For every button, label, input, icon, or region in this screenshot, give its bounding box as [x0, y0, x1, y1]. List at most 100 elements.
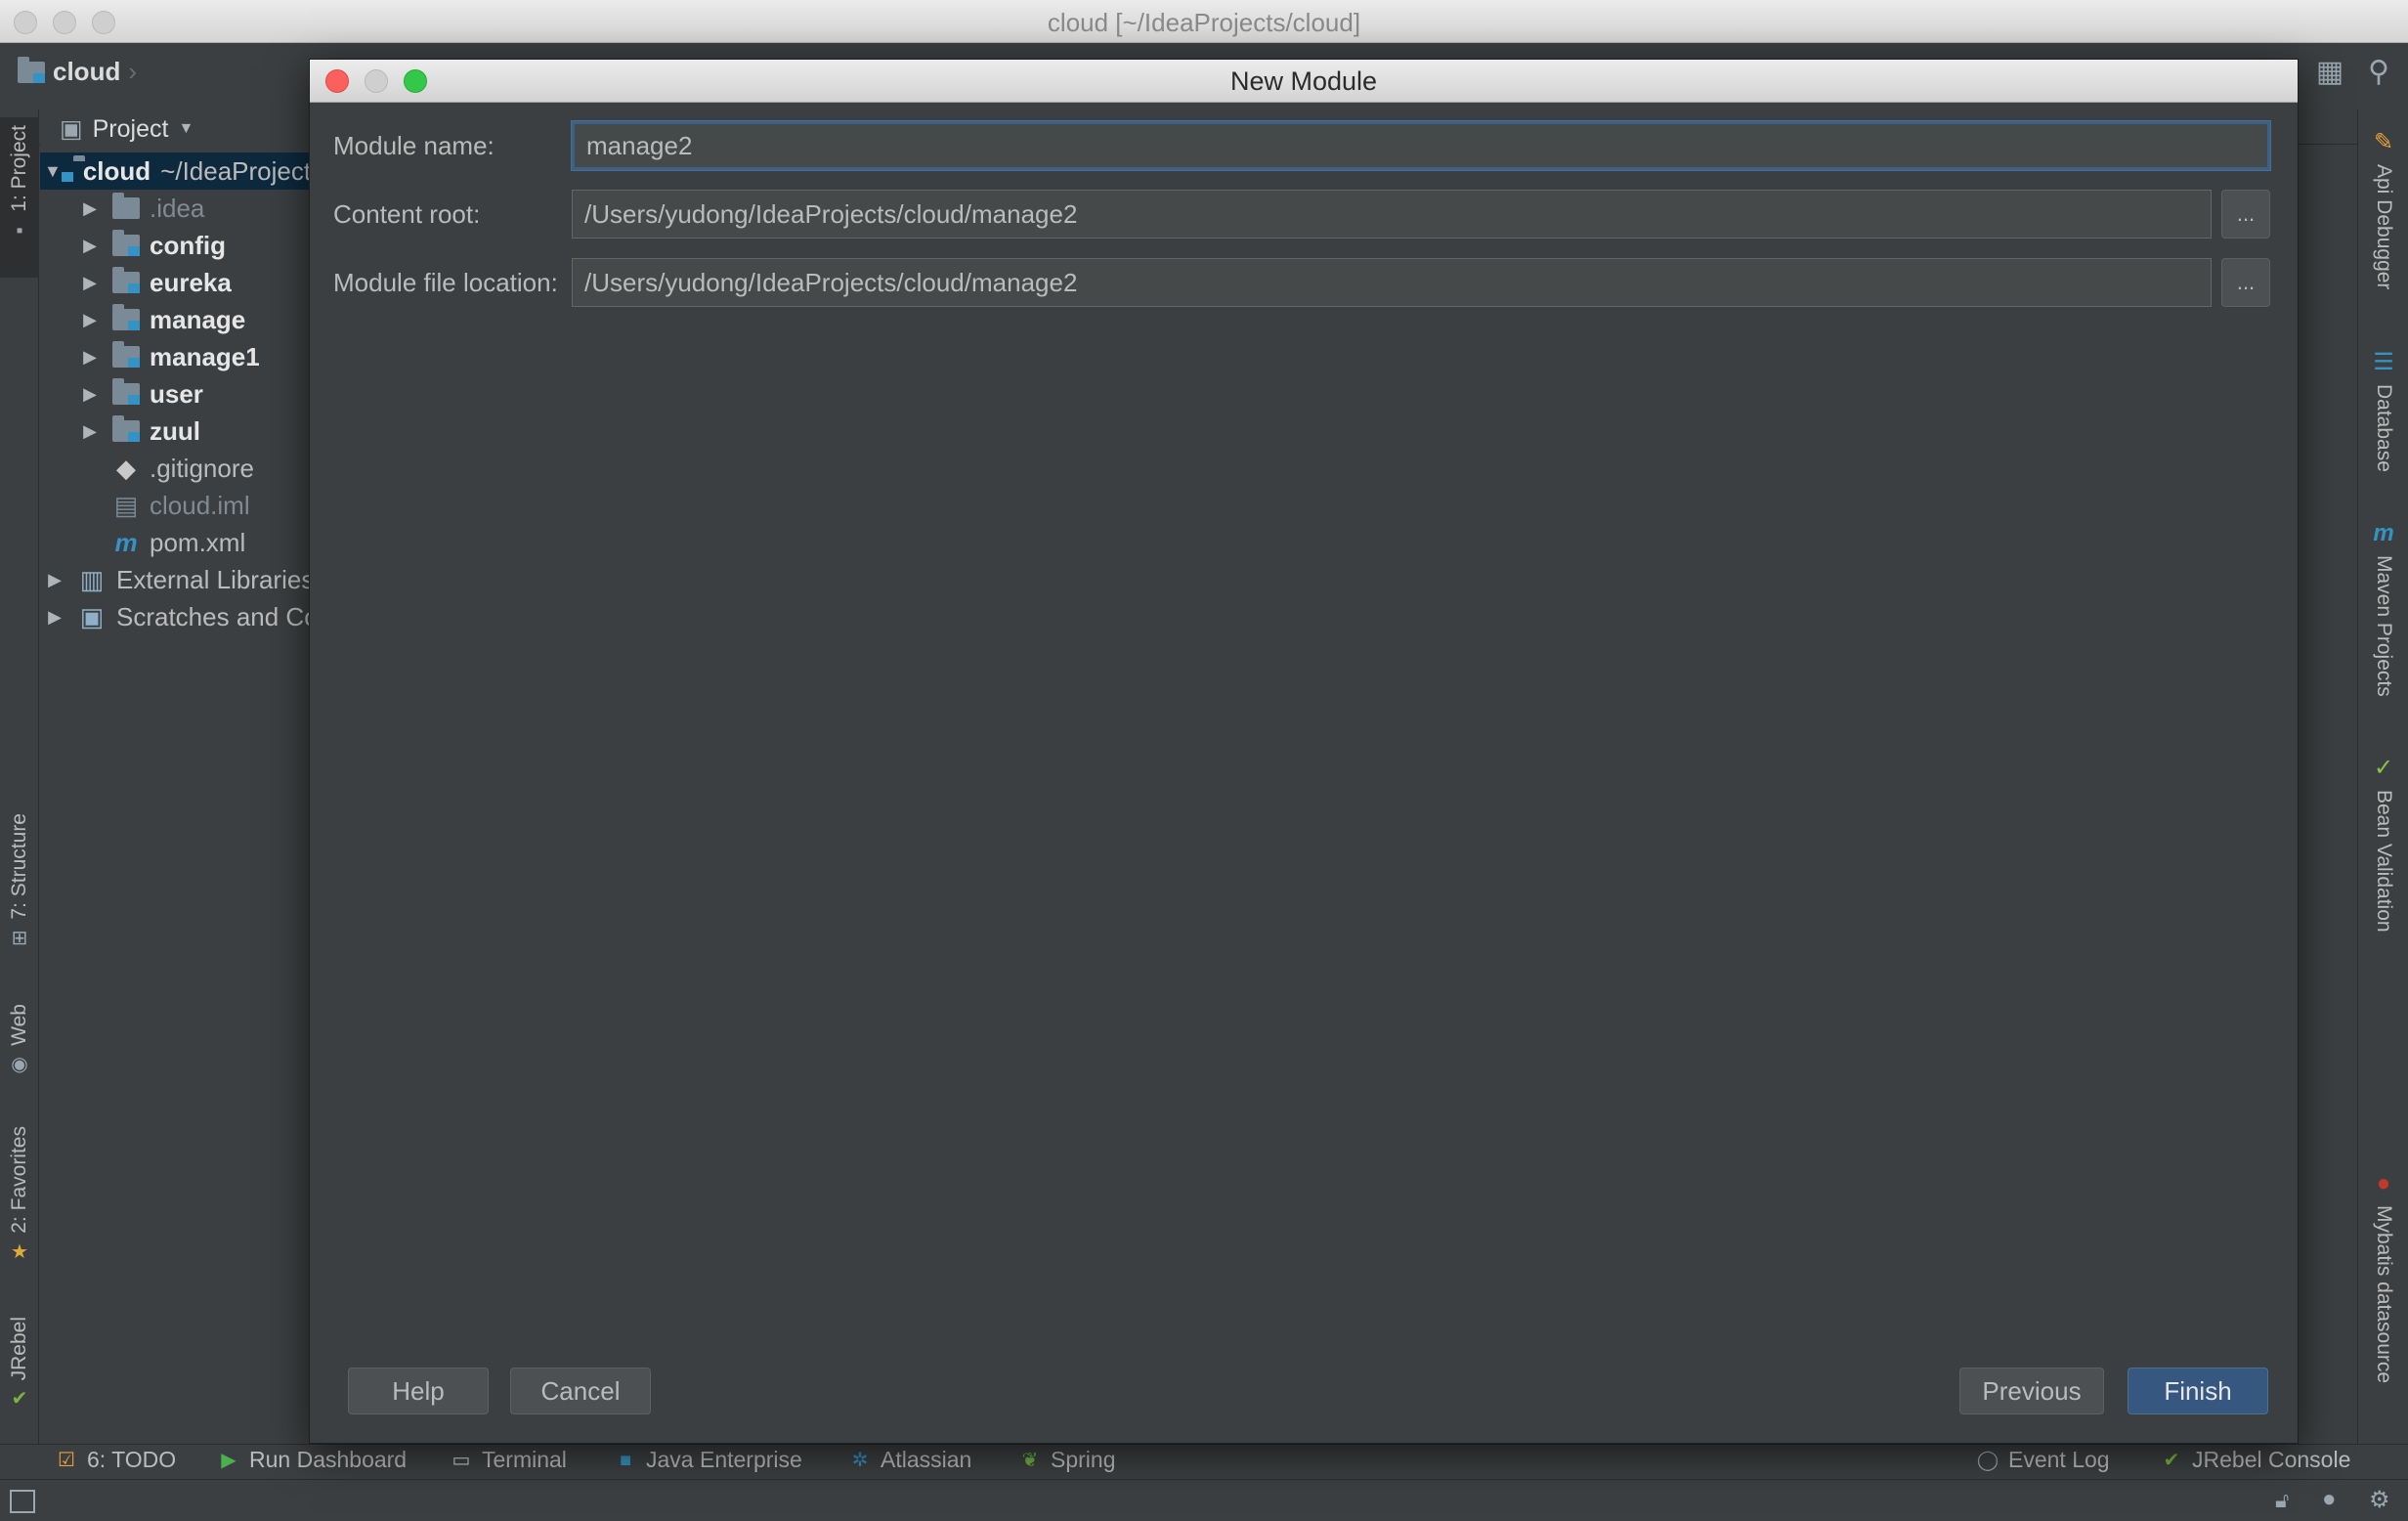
terminal-icon: ▭ [452, 1449, 471, 1471]
tree-item-manage1[interactable]: ▶ manage1 [40, 338, 260, 375]
project-structure-icon[interactable]: ▦ [2314, 57, 2345, 88]
module-folder-icon [112, 267, 140, 293]
tree-item-path: ~/IdeaProjects/cloud [160, 155, 309, 186]
collapsed-arrow-icon[interactable]: ▶ [79, 421, 101, 442]
tab-terminal[interactable]: ▭ Terminal [450, 1447, 567, 1473]
run-icon: ▶ [221, 1449, 236, 1471]
module-file-location-input[interactable] [572, 258, 2212, 307]
tool-windows-toggle-icon[interactable] [10, 1490, 35, 1513]
cancel-button[interactable]: Cancel [510, 1368, 651, 1414]
content-root-browse-button[interactable]: ... [2221, 190, 2270, 239]
chevron-down-icon: ▼ [178, 120, 194, 137]
tab-structure[interactable]: 7: Structure ⊞ [0, 813, 39, 979]
collapsed-arrow-icon[interactable]: ▶ [44, 570, 65, 590]
folder-icon [112, 193, 140, 219]
gear-icon[interactable]: ⚙ [2369, 1486, 2390, 1514]
module-folder-icon [112, 304, 140, 330]
breadcrumb[interactable]: cloud › [18, 56, 138, 87]
bean-validation-icon: ✓ [2373, 755, 2394, 781]
chevron-right-icon: › [128, 57, 138, 86]
api-debugger-icon: ✎ [2373, 129, 2394, 155]
module-file-location-browse-button[interactable]: ... [2221, 258, 2270, 307]
database-icon: ☰ [2373, 349, 2394, 375]
collapsed-arrow-icon[interactable]: ▶ [79, 310, 101, 330]
scratches-icon: ▣ [79, 601, 105, 631]
tree-item-eureka[interactable]: ▶ eureka [40, 264, 232, 301]
tree-item-cloud-iml[interactable]: ▤ cloud.iml [40, 487, 250, 524]
tab-bean-validation[interactable]: ✓ Bean Validation [2358, 755, 2408, 960]
tree-item-scratches[interactable]: ▶ ▣ Scratches and Consoles [40, 598, 309, 635]
collapsed-arrow-icon[interactable]: ▶ [79, 273, 101, 293]
tab-java-enterprise-label: Java Enterprise [646, 1447, 802, 1472]
tree-item-label: zuul [150, 415, 200, 446]
lock-icon[interactable]: 🔓︎ [2275, 1488, 2289, 1513]
inspector-icon[interactable]: ● [2322, 1486, 2337, 1513]
tab-favorites[interactable]: 2: Favorites ★ [0, 1126, 39, 1302]
expanded-arrow-icon[interactable]: ▼ [44, 161, 62, 182]
tree-item-pom-xml[interactable]: m pom.xml [40, 524, 245, 561]
tree-item-config[interactable]: ▶ config [40, 227, 226, 264]
jrebel-icon: ✔ [2163, 1449, 2180, 1471]
java-enterprise-icon: ■ [619, 1449, 632, 1471]
spring-leaf-icon: ❦ [1021, 1449, 1039, 1471]
tab-atlassian[interactable]: ✲ Atlassian [848, 1447, 972, 1473]
tab-mybatis-datasource[interactable]: ● Mybatis datasource [2358, 1170, 2408, 1434]
tree-item-external-libraries[interactable]: ▶ ▥ External Libraries [40, 561, 309, 598]
collapsed-arrow-icon[interactable]: ▶ [79, 198, 101, 219]
tree-item-cloud[interactable]: ▼ cloud ~/IdeaProjects/cloud [40, 152, 309, 190]
collapsed-arrow-icon[interactable]: ▶ [79, 347, 101, 368]
tree-item-label: cloud.iml [150, 490, 250, 520]
window-title: cloud [~/IdeaProjects/cloud] [1047, 8, 1361, 37]
tree-item-label: Scratches and Consoles [116, 601, 309, 631]
tree-item-gitignore[interactable]: ◆ .gitignore [40, 450, 254, 487]
breadcrumb-project[interactable]: cloud [53, 57, 120, 87]
tab-jrebel[interactable]: JRebel ✔ [0, 1317, 39, 1434]
tab-event-log-label: Event Log [2008, 1447, 2110, 1472]
tab-spring[interactable]: ❦ Spring [1018, 1447, 1116, 1473]
help-button[interactable]: Help [348, 1368, 489, 1414]
project-view-selector[interactable]: ▣ Project ▼ [40, 109, 309, 149]
collapsed-arrow-icon[interactable]: ▶ [79, 236, 101, 256]
project-view-label: Project [92, 114, 169, 143]
project-view-icon: ▣ [60, 115, 83, 143]
tree-item-label: config [150, 230, 226, 260]
tree-item-label: manage1 [150, 341, 260, 371]
module-name-row: Module name: [333, 121, 2270, 170]
tab-database[interactable]: ☰ Database [2358, 349, 2408, 486]
tab-todo[interactable]: ☑ 6: TODO [55, 1447, 176, 1473]
left-tool-stripe: 1: Project ▪ 7: Structure ⊞ Web ◉ 2: Fav… [0, 109, 39, 1444]
tab-java-enterprise[interactable]: ■ Java Enterprise [614, 1447, 802, 1473]
star-icon: ★ [11, 1240, 28, 1263]
tab-web[interactable]: Web ◉ [0, 1004, 39, 1102]
module-folder-icon [18, 56, 45, 83]
tree-item-idea[interactable]: ▶ .idea [40, 190, 204, 227]
tab-jrebel-console[interactable]: ✔ JRebel Console [2160, 1447, 2351, 1473]
content-root-label: Content root: [333, 198, 481, 229]
tab-jrebel-label: JRebel [8, 1317, 30, 1381]
collapsed-arrow-icon[interactable]: ▶ [79, 384, 101, 405]
search-icon[interactable]: ⚲ [2363, 57, 2394, 88]
tree-item-label: .idea [150, 193, 205, 223]
tab-event-log[interactable]: ◯ Event Log [1976, 1447, 2110, 1473]
tree-item-user[interactable]: ▶ user [40, 375, 203, 413]
tree-item-zuul[interactable]: ▶ zuul [40, 413, 200, 450]
tree-item-label: pom.xml [150, 527, 246, 557]
collapsed-arrow-icon[interactable]: ▶ [44, 607, 65, 628]
tree-item-manage[interactable]: ▶ manage [40, 301, 245, 338]
tree-item-label: eureka [150, 267, 232, 297]
previous-button[interactable]: Previous [1959, 1368, 2104, 1414]
tab-run-dashboard[interactable]: ▶ Run Dashboard [217, 1447, 407, 1473]
module-file-location-row: Module file location: ... [333, 258, 2270, 307]
tab-api-debugger-label: Api Debugger [2373, 164, 2395, 290]
tab-api-debugger[interactable]: ✎ Api Debugger [2358, 129, 2408, 325]
content-root-input[interactable] [572, 190, 2212, 239]
tab-spring-label: Spring [1051, 1447, 1116, 1472]
module-name-input[interactable] [572, 121, 2270, 170]
tab-run-dashboard-label: Run Dashboard [249, 1447, 408, 1472]
event-log-icon: ◯ [1976, 1449, 2000, 1471]
module-folder-icon [112, 415, 140, 442]
finish-button[interactable]: Finish [2128, 1368, 2268, 1414]
tab-favorites-label: 2: Favorites [8, 1126, 30, 1234]
tab-maven-projects[interactable]: m Maven Projects [2358, 520, 2408, 716]
tab-project[interactable]: 1: Project ▪ [0, 117, 39, 278]
